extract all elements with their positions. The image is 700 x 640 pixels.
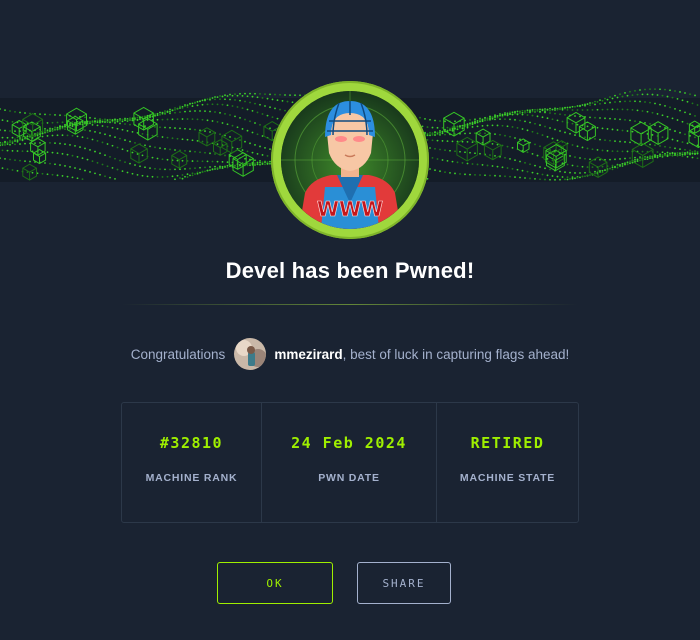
username[interactable]: mmezirard [274,347,342,362]
congrats-message: Congratulations mmezirard , best of luck… [0,338,700,370]
stat-pwn-date: 24 Feb 2024 PWN DATE [262,403,437,522]
congrats-prefix: Congratulations [130,346,226,362]
pwned-modal: WWW Devel has been Pwned! Congratulation… [0,0,700,640]
machine-avatar-ring: WWW [271,81,429,239]
stats-panel: #32810 MACHINE RANK 24 Feb 2024 PWN DATE… [121,402,579,523]
title-divider [122,304,578,305]
share-button[interactable]: SHARE [357,562,451,604]
pwn-date-label: PWN DATE [318,472,380,484]
ok-button[interactable]: OK [217,562,333,604]
machine-state-value: RETIRED [470,434,545,452]
user-avatar [234,338,267,370]
stat-machine-state: RETIRED MACHINE STATE [437,403,578,522]
machine-rank-value: #32810 [159,434,224,452]
machine-rank-label: MACHINE RANK [145,472,238,484]
pwn-date-value: 24 Feb 2024 [291,434,407,452]
congrats-suffix: , best of luck in capturing flags ahead! [342,346,570,362]
machine-state-label: MACHINE STATE [459,472,556,484]
machine-avatar-text: WWW [317,197,383,221]
pwned-title: Devel has been Pwned! [225,258,475,283]
stat-machine-rank: #32810 MACHINE RANK [122,403,262,522]
machine-avatar-icon: WWW [281,91,419,229]
